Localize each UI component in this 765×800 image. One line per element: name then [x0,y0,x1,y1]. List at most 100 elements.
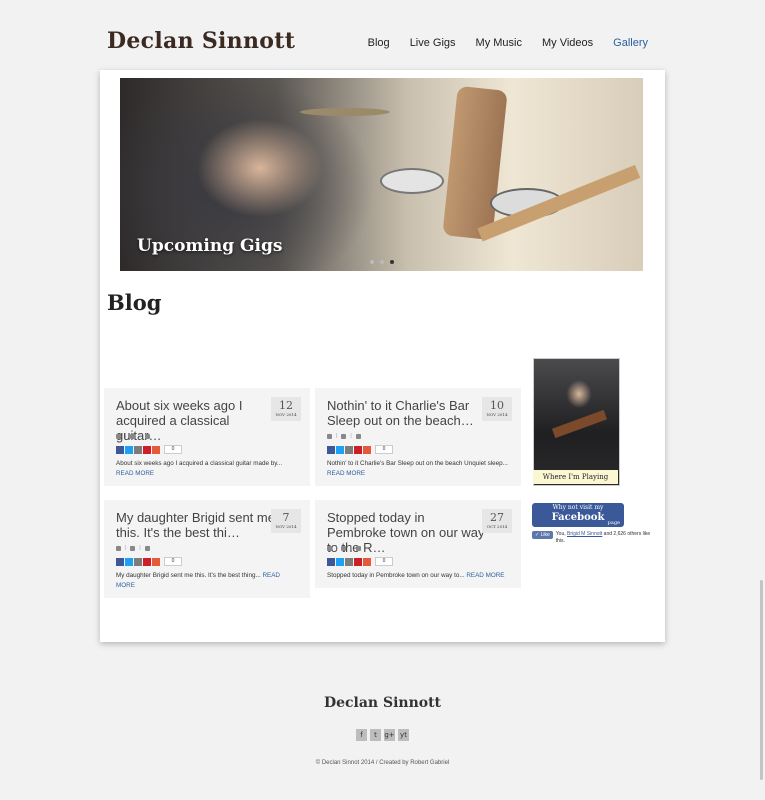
email-icon[interactable] [134,445,142,454]
post-meta: | | [116,545,150,551]
facebook-icon[interactable] [327,557,335,566]
post-day: 12 [279,399,293,412]
scrollbar[interactable] [760,580,763,780]
twitter-icon[interactable]: t [370,729,381,741]
post-month: OCT 2014 [486,524,508,529]
main-card: Upcoming Gigs Blog About six weeks ago I… [100,70,665,642]
plus-icon[interactable] [363,557,371,566]
hero-caption[interactable]: Upcoming Gigs [137,236,282,256]
pinterest-icon[interactable] [354,445,362,454]
post-month: NOV 2014 [275,412,297,417]
post-title[interactable]: Nothin' to it Charlie's Bar Sleep out on… [327,398,487,428]
excerpt-text: My daughter Brigid sent me this. It's th… [116,572,261,579]
user-icon[interactable] [116,545,121,551]
post-excerpt: Nothin' to it Charlie's Bar Sleep out on… [327,459,511,479]
folder-icon[interactable] [130,433,136,439]
fb-line1: Why not visit my [552,504,604,511]
read-more-link[interactable]: READ MORE [466,572,504,579]
read-more-link[interactable]: READ MORE [327,470,365,477]
blog-post-card: My daughter Brigid sent me this. It's th… [104,500,310,598]
email-icon[interactable] [134,557,142,566]
post-title[interactable]: My daughter Brigid sent me this. It's th… [116,510,276,540]
post-month: NOV 2014 [486,412,508,417]
comment-icon[interactable] [144,433,150,439]
copyright: © Declan Sinnot 2014 / Created by Robert… [315,760,450,766]
post-day: 27 [490,511,504,524]
where-playing-photo[interactable] [533,358,620,486]
folder-icon[interactable] [341,433,347,439]
folder-icon[interactable] [341,545,347,551]
post-meta: | | [327,545,361,551]
nav-gallery[interactable]: Gallery [613,37,648,49]
guitar-graphic [551,409,608,439]
plus-icon[interactable] [363,445,371,454]
nav-blog[interactable]: Blog [368,37,390,49]
cymbal-graphic [300,108,390,116]
post-excerpt: About six weeks ago I acquired a classic… [116,459,300,479]
facebook-icon[interactable] [116,557,124,566]
facebook-like-widget: ✓ Like You, Brigid M Sinnott and 2,626 o… [532,531,657,545]
post-date: 12 NOV 2014 [271,397,301,421]
share-bar: 0 [116,557,182,566]
comment-icon[interactable] [144,545,150,551]
blog-post-card: About six weeks ago I acquired a classic… [104,388,310,486]
main-nav: Blog Live Gigs My Music My Videos Galler… [368,37,648,49]
youtube-icon[interactable]: yt [398,729,409,741]
plus-icon[interactable] [152,557,160,566]
folder-icon[interactable] [130,545,136,551]
hero-slider[interactable]: Upcoming Gigs [120,78,643,271]
like-prefix: You, [555,531,567,537]
twitter-icon[interactable] [125,557,133,566]
user-icon[interactable] [327,545,332,551]
footer-logo[interactable]: Declan Sinnott [0,695,765,711]
post-date: 27 OCT 2014 [482,509,512,533]
post-day: 7 [282,511,290,524]
post-excerpt: Stopped today in Pembroke town on our wa… [327,571,511,581]
post-meta: | | [116,433,150,439]
site-logo[interactable]: Declan Sinnott [107,28,295,54]
excerpt-text: Nothin' to it Charlie's Bar Sleep out on… [327,460,508,467]
slider-dot[interactable] [370,260,374,264]
google-plus-icon[interactable]: g+ [384,729,395,741]
nav-my-videos[interactable]: My Videos [542,37,593,49]
pinterest-icon[interactable] [143,557,151,566]
share-bar: 0 [327,557,393,566]
email-icon[interactable] [345,557,353,566]
drum-graphic [380,168,444,194]
like-button[interactable]: ✓ Like [532,531,553,539]
post-date: 7 NOV 2014 [271,509,301,533]
excerpt-text: Stopped today in Pembroke town on our wa… [327,572,465,579]
slider-dots [370,260,394,264]
harp-graphic [442,85,508,241]
facebook-icon[interactable] [327,445,335,454]
facebook-icon[interactable] [116,445,124,454]
where-playing-caption[interactable]: Where I'm Playing [533,470,618,484]
slider-dot-active[interactable] [390,260,394,264]
slider-dot[interactable] [380,260,384,264]
user-icon[interactable] [327,433,332,439]
share-count: 0 [375,557,393,566]
share-bar: 0 [116,445,182,454]
pinterest-icon[interactable] [354,557,362,566]
like-friend-link[interactable]: Brigid M Sinnott [567,531,602,537]
email-icon[interactable] [345,445,353,454]
nav-live-gigs[interactable]: Live Gigs [410,37,456,49]
user-icon[interactable] [116,433,121,439]
twitter-icon[interactable] [336,557,344,566]
excerpt-text: About six weeks ago I acquired a classic… [116,460,283,467]
facebook-page-button[interactable]: Why not visit my Facebook page [532,503,624,527]
like-label: Like [540,532,550,538]
blog-post-card: Nothin' to it Charlie's Bar Sleep out on… [315,388,521,486]
share-bar: 0 [327,445,393,454]
nav-my-music[interactable]: My Music [476,37,522,49]
read-more-link[interactable]: READ MORE [116,470,154,477]
pinterest-icon[interactable] [143,445,151,454]
twitter-icon[interactable] [336,445,344,454]
post-date: 10 NOV 2014 [482,397,512,421]
comment-icon[interactable] [355,433,361,439]
share-count: 0 [164,557,182,566]
comment-icon[interactable] [355,545,361,551]
twitter-icon[interactable] [125,445,133,454]
facebook-icon[interactable]: f [356,729,367,741]
plus-icon[interactable] [152,445,160,454]
